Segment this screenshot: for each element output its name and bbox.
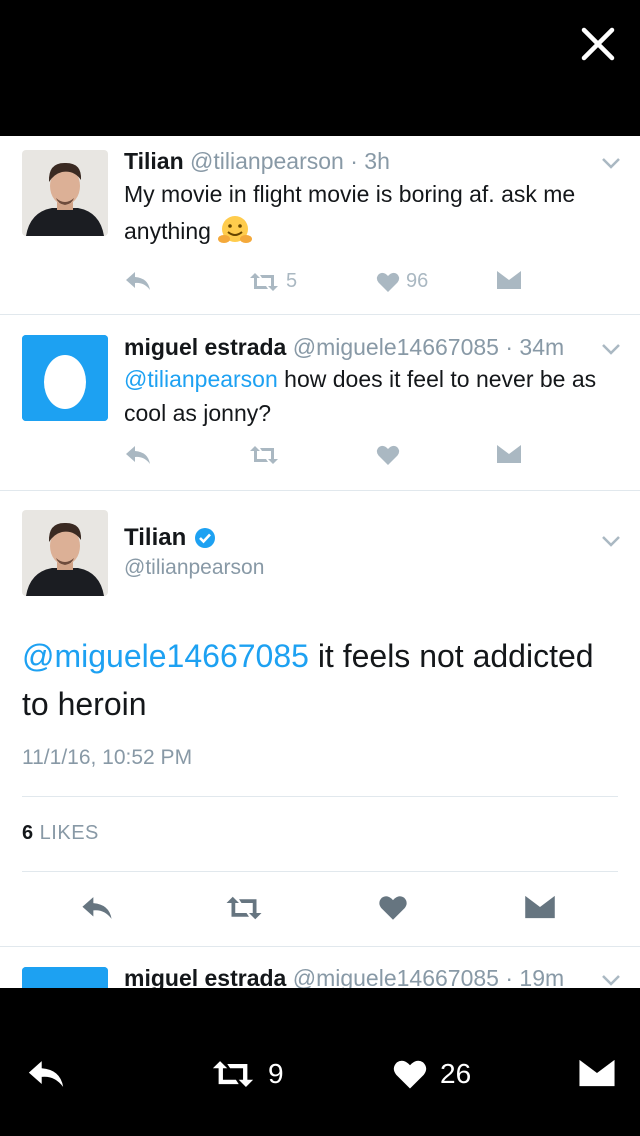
- avatar-egg[interactable]: [22, 335, 108, 421]
- chevron-down-icon[interactable]: [600, 534, 622, 548]
- tweet-timestamp[interactable]: 11/1/16, 10:52 PM: [22, 746, 192, 770]
- tweet-time[interactable]: 34m: [519, 334, 564, 360]
- heart-icon: [376, 445, 400, 465]
- author-handle[interactable]: @tilianpearson: [190, 148, 344, 174]
- like-button[interactable]: 26: [392, 1058, 471, 1090]
- tweet-text: @tilianpearson how does it feel to never…: [124, 362, 610, 430]
- likes-count: 6: [22, 822, 34, 844]
- tweet-actions: [124, 444, 640, 474]
- author-handle[interactable]: @miguele14667085: [293, 334, 499, 360]
- author-handle[interactable]: @tilianpearson: [124, 556, 264, 580]
- separator-dot: ·: [498, 334, 520, 360]
- reply-button[interactable]: [80, 894, 114, 922]
- retweet-icon: [250, 272, 278, 291]
- reply-icon: [28, 1061, 64, 1087]
- tweet-text: My movie in flight movie is boring af. a…: [124, 176, 610, 250]
- detail-tweet-text: @miguele14667085 it feels not addicted t…: [22, 632, 610, 728]
- likes-label: LIKES: [33, 822, 99, 844]
- tweet-actions: 5 96: [124, 270, 640, 300]
- top-bar: [0, 0, 640, 136]
- detail-actions: [0, 894, 640, 924]
- bottom-action-bar: 9 26: [0, 988, 640, 1136]
- tweet-text-content: My movie in flight movie is boring af. a…: [124, 181, 576, 244]
- retweet-button[interactable]: 9: [210, 1058, 284, 1090]
- retweet-button[interactable]: [224, 894, 264, 922]
- reply-button[interactable]: [124, 444, 152, 466]
- heart-icon: [379, 896, 407, 920]
- avatar-egg[interactable]: [22, 967, 108, 988]
- reply-icon: [126, 446, 150, 464]
- dm-button[interactable]: [578, 1058, 616, 1088]
- reply-button[interactable]: [26, 1058, 66, 1090]
- retweet-icon: [212, 1061, 254, 1087]
- reply-icon: [82, 897, 112, 919]
- like-count: 96: [406, 270, 429, 292]
- retweet-icon: [250, 446, 278, 464]
- retweet-button[interactable]: [248, 444, 280, 466]
- author-name[interactable]: miguel estrada: [124, 334, 286, 360]
- dm-button[interactable]: [524, 894, 556, 920]
- retweet-button[interactable]: 5: [248, 270, 297, 293]
- reply-button[interactable]: [124, 270, 152, 292]
- divider: [22, 871, 618, 872]
- author-name[interactable]: Tilian: [124, 148, 184, 174]
- detail-author[interactable]: Tilian: [124, 524, 216, 552]
- like-button[interactable]: [376, 444, 400, 466]
- retweet-count: 9: [268, 1058, 284, 1089]
- chevron-down-icon[interactable]: [600, 156, 622, 170]
- tweet-miguel-reply[interactable]: miguel estrada @miguele14667085 · 34m @t…: [0, 314, 640, 491]
- verified-badge-icon: [195, 528, 216, 548]
- divider: [22, 796, 618, 797]
- author-handle[interactable]: @miguele14667085: [293, 965, 499, 988]
- like-button[interactable]: [378, 894, 408, 921]
- reply-icon: [126, 272, 150, 290]
- avatar[interactable]: [22, 150, 108, 236]
- retweet-count: 5: [286, 270, 298, 292]
- tweet-miguel-partial[interactable]: miguel estrada @miguele14667085 · 19m: [0, 947, 640, 988]
- like-count: 26: [440, 1058, 472, 1089]
- hugging-face-emoji: [218, 216, 253, 243]
- separator-dot: ·: [498, 965, 520, 988]
- heart-icon: [393, 1060, 427, 1089]
- close-icon[interactable]: [578, 24, 618, 64]
- tweet-sheet: Tilian @tilianpearson · 3h My movie in f…: [0, 136, 640, 988]
- tweet-tilian-question[interactable]: Tilian @tilianpearson · 3h My movie in f…: [0, 136, 640, 315]
- likes-summary[interactable]: 6 LIKES: [22, 822, 99, 845]
- chevron-down-icon[interactable]: [600, 342, 622, 356]
- author-name[interactable]: Tilian: [124, 524, 186, 552]
- direct-message-icon: [525, 895, 555, 919]
- author-name[interactable]: miguel estrada: [124, 965, 286, 988]
- mention-link[interactable]: @miguele14667085: [22, 638, 309, 674]
- separator-dot: ·: [343, 148, 365, 174]
- heart-icon: [376, 272, 400, 292]
- dm-button[interactable]: [496, 270, 522, 290]
- direct-message-icon: [497, 445, 521, 463]
- retweet-icon: [226, 896, 262, 920]
- tweet-time[interactable]: 3h: [364, 148, 390, 174]
- avatar[interactable]: [22, 510, 108, 596]
- direct-message-icon: [579, 1059, 615, 1087]
- like-button[interactable]: 96: [376, 270, 428, 293]
- dm-button[interactable]: [496, 444, 522, 464]
- chevron-down-icon[interactable]: [600, 973, 622, 987]
- tweet-time[interactable]: 19m: [519, 965, 564, 988]
- mention-link[interactable]: @tilianpearson: [124, 366, 278, 392]
- direct-message-icon: [497, 271, 521, 289]
